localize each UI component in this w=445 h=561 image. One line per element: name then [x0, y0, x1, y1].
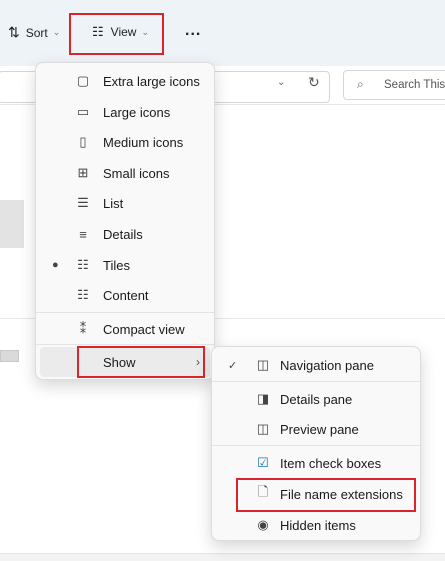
- menu-item-extra-large-icons[interactable]: ▢ Extra large icons: [40, 66, 210, 96]
- file-tile[interactable]: [0, 200, 24, 248]
- compact-view-icon: ⁑: [79, 321, 87, 336]
- menu-item-list[interactable]: ☰ List: [40, 188, 210, 218]
- show-highlight: [77, 346, 205, 378]
- refresh-icon[interactable]: ↻: [308, 74, 320, 91]
- menu-separator: [36, 344, 214, 345]
- checkmark-icon: ✓: [228, 359, 238, 372]
- preview-pane-icon: ◫: [256, 421, 270, 436]
- list-icon: ☰: [77, 195, 89, 210]
- menu-item-item-check-boxes[interactable]: ☑ Item check boxes: [216, 448, 416, 478]
- extra-large-icons-icon: ▢: [76, 73, 90, 88]
- menu-item-label: Compact view: [103, 321, 185, 337]
- medium-icons-icon: ▯: [79, 134, 87, 149]
- menu-item-navigation-pane[interactable]: ✓ ◫ Navigation pane: [216, 350, 416, 380]
- menu-item-label: Item check boxes: [280, 455, 382, 471]
- menu-item-medium-icons[interactable]: ▯ Medium icons: [40, 127, 210, 157]
- menu-separator: [212, 445, 420, 446]
- navigation-pane-icon: ◫: [256, 357, 270, 372]
- sort-icon: ⇅: [8, 24, 20, 40]
- menu-item-small-icons[interactable]: ⊞ Small icons: [40, 158, 210, 188]
- menu-item-details[interactable]: ≡ Details: [40, 219, 210, 249]
- eye-icon: ◉: [257, 517, 269, 532]
- menu-separator: [212, 381, 420, 382]
- menu-item-label: Medium icons: [103, 134, 184, 150]
- tiles-icon: ☷: [77, 257, 89, 272]
- menu-item-label: Navigation pane: [280, 357, 374, 373]
- more-options-button[interactable]: ...: [185, 22, 201, 40]
- search-placeholder: Search This I: [384, 79, 445, 91]
- menu-item-label: Details pane: [280, 391, 353, 407]
- chevron-down-icon[interactable]: ⌄: [277, 77, 285, 88]
- command-bar: ⇅ Sort ⌄ ☷ View ⌄ ...: [0, 0, 445, 66]
- menu-item-label: Small icons: [103, 165, 170, 181]
- details-icon: ≡: [79, 226, 87, 242]
- menu-item-tiles[interactable]: ● ☷ Tiles: [40, 250, 210, 280]
- menu-item-large-icons[interactable]: ▭ Large icons: [40, 97, 210, 127]
- menu-item-content[interactable]: ☷ Content: [40, 280, 210, 310]
- menu-item-details-pane[interactable]: ◨ Details pane: [216, 384, 416, 414]
- details-pane-icon: ◨: [256, 391, 270, 406]
- chevron-down-icon: ⌄: [52, 27, 61, 37]
- sort-button[interactable]: ⇅ Sort ⌄: [8, 24, 60, 41]
- file-name-extensions-highlight: [236, 478, 416, 512]
- selected-bullet-icon: ●: [52, 259, 59, 271]
- menu-item-label: Extra large icons: [103, 73, 200, 89]
- menu-item-hidden-items[interactable]: ◉ Hidden items: [216, 510, 416, 540]
- search-input[interactable]: ⌕ Search This I: [343, 70, 445, 100]
- menu-item-compact-view[interactable]: ⁑ Compact view: [40, 314, 210, 344]
- menu-item-label: Details: [103, 226, 143, 242]
- menu-item-label: Content: [103, 287, 149, 303]
- menu-item-preview-pane[interactable]: ◫ Preview pane: [216, 414, 416, 444]
- item-check-boxes-icon: ☑: [257, 455, 269, 470]
- small-icons-icon: ⊞: [77, 165, 89, 180]
- menu-item-label: Preview pane: [280, 421, 359, 437]
- menu-item-label: Hidden items: [280, 517, 356, 533]
- scrollbar[interactable]: [0, 350, 19, 362]
- menu-item-label: List: [103, 195, 124, 211]
- content-icon: ☷: [77, 287, 89, 302]
- search-icon: ⌕: [357, 77, 364, 91]
- menu-item-label: Tiles: [103, 257, 130, 273]
- view-button-highlight: [69, 13, 164, 55]
- large-icons-icon: ▭: [76, 104, 90, 119]
- view-menu: ▢ Extra large icons ▭ Large icons ▯ Medi…: [35, 62, 215, 380]
- sort-label: Sort: [25, 25, 48, 40]
- menu-item-label: Large icons: [103, 104, 171, 120]
- menu-separator: [36, 312, 214, 313]
